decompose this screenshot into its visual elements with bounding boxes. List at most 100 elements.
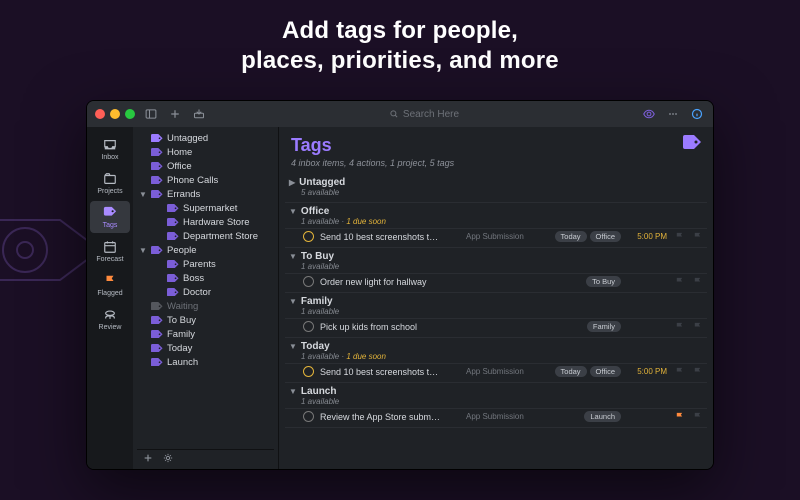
tag-chip[interactable]: Office bbox=[590, 231, 621, 242]
flag-outline-icon bbox=[691, 232, 703, 241]
group-family[interactable]: ▼Family bbox=[285, 293, 707, 307]
tag-icon bbox=[151, 245, 163, 255]
inspector-button[interactable] bbox=[689, 106, 705, 122]
tag-label: Errands bbox=[167, 189, 200, 200]
tag-today[interactable]: Today bbox=[137, 341, 274, 355]
add-tag-button[interactable] bbox=[143, 453, 153, 466]
perspective-nav: InboxProjects Tags Forecast FlaggedReview bbox=[87, 127, 133, 469]
nav-flagged[interactable]: Flagged bbox=[90, 269, 130, 301]
tag-chip[interactable]: Today bbox=[555, 366, 587, 377]
tag-family[interactable]: Family bbox=[137, 327, 274, 341]
flag-icon[interactable] bbox=[673, 322, 685, 331]
group-subtitle: 1 available bbox=[285, 262, 707, 273]
tag-office[interactable]: Office bbox=[137, 159, 274, 173]
tag-tree-sidebar: UntaggedHomeOfficePhone Calls ▼ ErrandsSup… bbox=[133, 127, 279, 469]
disclosure-icon[interactable]: ▼ bbox=[139, 246, 147, 255]
tag-chip[interactable]: Today bbox=[555, 231, 587, 242]
nav-review[interactable]: Review bbox=[90, 303, 130, 335]
flag-outline-icon bbox=[691, 412, 703, 421]
group-subtitle: 1 available bbox=[285, 397, 707, 408]
tag-label: Hardware Store bbox=[183, 217, 250, 228]
tag-doctor[interactable]: Doctor bbox=[137, 285, 274, 299]
tag-boss[interactable]: Boss bbox=[137, 271, 274, 285]
tag-icon bbox=[151, 175, 163, 185]
task-checkbox[interactable] bbox=[303, 366, 314, 377]
tag-chip[interactable]: Family bbox=[587, 321, 621, 332]
disclosure-icon: ▶ bbox=[289, 178, 295, 187]
group-office[interactable]: ▼Office bbox=[285, 203, 707, 217]
tag-icon bbox=[151, 301, 163, 311]
headline-line2: places, priorities, and more bbox=[0, 46, 800, 76]
nav-forecast[interactable]: Forecast bbox=[90, 235, 130, 267]
tag-supermarket[interactable]: Supermarket bbox=[137, 201, 274, 215]
review-icon bbox=[102, 307, 118, 323]
tag-label: Family bbox=[167, 329, 195, 340]
disclosure-icon: ▼ bbox=[289, 297, 297, 306]
group-today[interactable]: ▼Today bbox=[285, 338, 707, 352]
tag-label: To Buy bbox=[167, 315, 196, 326]
zoom-button[interactable] bbox=[125, 109, 135, 119]
search-field[interactable]: Search Here bbox=[215, 109, 633, 120]
flagged-icon bbox=[102, 273, 118, 289]
sidebar-toggle-button[interactable] bbox=[143, 106, 159, 122]
group-subtitle: 1 available · 1 due soon bbox=[285, 352, 707, 363]
tag-people[interactable]: ▼People bbox=[137, 243, 274, 257]
quick-entry-button[interactable] bbox=[191, 106, 207, 122]
nav-label: Tags bbox=[103, 222, 118, 229]
flag-icon[interactable] bbox=[673, 277, 685, 286]
task-checkbox[interactable] bbox=[303, 231, 314, 242]
tag-hardware-store[interactable]: Hardware Store bbox=[137, 215, 274, 229]
task-row[interactable]: Send 10 best screenshots t…App Submissio… bbox=[285, 228, 707, 244]
more-button[interactable] bbox=[665, 106, 681, 122]
tree-settings-button[interactable] bbox=[163, 453, 173, 466]
tag-icon bbox=[167, 203, 179, 213]
group-untagged[interactable]: ▶Untagged bbox=[285, 174, 707, 188]
forecast-icon bbox=[102, 239, 118, 255]
tag-chip[interactable]: Office bbox=[590, 366, 621, 377]
tag-to-buy[interactable]: To Buy bbox=[137, 313, 274, 327]
group-name: To Buy bbox=[301, 251, 334, 262]
tag-waiting[interactable]: Waiting bbox=[137, 299, 274, 313]
headline-line1: Add tags for people, bbox=[0, 16, 800, 46]
tag-parents[interactable]: Parents bbox=[137, 257, 274, 271]
flag-icon[interactable] bbox=[673, 232, 685, 241]
tag-phone-calls[interactable]: Phone Calls bbox=[137, 173, 274, 187]
close-button[interactable] bbox=[95, 109, 105, 119]
group-launch[interactable]: ▼Launch bbox=[285, 383, 707, 397]
task-project: App Submission bbox=[466, 367, 536, 376]
app-window: Search Here InboxProjects Tags Forecast Fla… bbox=[86, 100, 714, 470]
minimize-button[interactable] bbox=[110, 109, 120, 119]
tag-icon bbox=[167, 217, 179, 227]
disclosure-icon[interactable]: ▼ bbox=[139, 190, 147, 199]
tag-department-store[interactable]: Department Store bbox=[137, 229, 274, 243]
tag-chip[interactable]: Launch bbox=[584, 411, 621, 422]
task-row[interactable]: Review the App Store subm…App Submission… bbox=[285, 408, 707, 424]
task-checkbox[interactable] bbox=[303, 276, 314, 287]
tag-icon bbox=[151, 189, 163, 199]
tag-errands[interactable]: ▼ Errands bbox=[137, 187, 274, 201]
group-to-buy[interactable]: ▼To Buy bbox=[285, 248, 707, 262]
task-row[interactable]: Order new light for hallwayTo Buy bbox=[285, 273, 707, 289]
tag-launch[interactable]: Launch bbox=[137, 355, 274, 369]
nav-projects[interactable]: Projects bbox=[90, 167, 130, 199]
tag-chip[interactable]: To Buy bbox=[586, 276, 621, 287]
flag-icon[interactable] bbox=[673, 412, 685, 421]
task-checkbox[interactable] bbox=[303, 411, 314, 422]
flag-icon[interactable] bbox=[673, 367, 685, 376]
flag-outline-icon bbox=[691, 367, 703, 376]
nav-label: Forecast bbox=[96, 256, 123, 263]
nav-inbox[interactable]: Inbox bbox=[90, 133, 130, 165]
flag-outline-icon bbox=[691, 277, 703, 286]
task-row[interactable]: Send 10 best screenshots t…App Submissio… bbox=[285, 363, 707, 379]
task-title: Send 10 best screenshots t… bbox=[320, 232, 460, 242]
tag-home[interactable]: Home bbox=[137, 145, 274, 159]
search-icon bbox=[389, 109, 399, 119]
view-button[interactable] bbox=[641, 106, 657, 122]
nav-tags[interactable]: Tags bbox=[90, 201, 130, 233]
add-button[interactable] bbox=[167, 106, 183, 122]
projects-icon bbox=[102, 171, 118, 187]
task-checkbox[interactable] bbox=[303, 321, 314, 332]
tag-untagged[interactable]: Untagged bbox=[137, 131, 274, 145]
page-title: Tags bbox=[291, 135, 454, 156]
task-row[interactable]: Pick up kids from schoolFamily bbox=[285, 318, 707, 334]
